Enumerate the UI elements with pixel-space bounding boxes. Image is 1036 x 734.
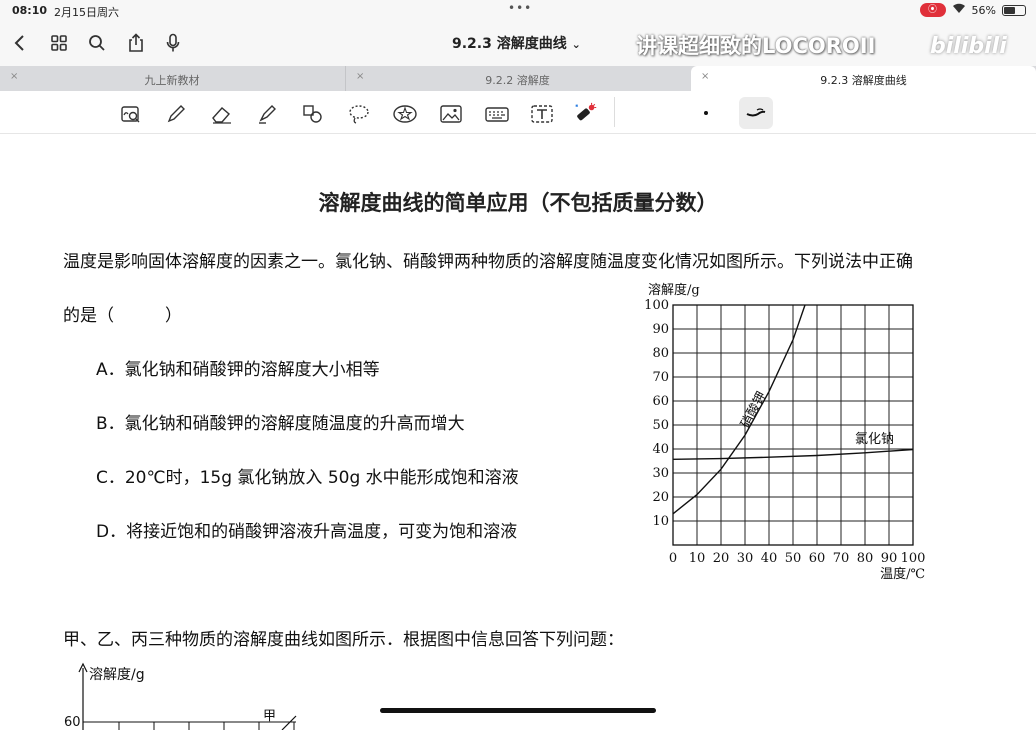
search-icon[interactable]	[84, 30, 110, 56]
y-axis-label: 溶解度/g	[648, 282, 700, 298]
tab-2[interactable]: × 9.2.3 溶解度曲线	[691, 66, 1036, 91]
nav-bar: 9.2.3 溶解度曲线 ⌄ 讲课超细致的LOCOROII bilibili	[0, 22, 1036, 66]
question2-stem: 甲、乙、丙三种物质的溶解度曲线如图所示．根据图中信息回答下列问题：	[63, 630, 624, 650]
tab-label: 9.2.2 溶解度	[485, 74, 550, 87]
y-tick-label: 30	[652, 466, 669, 481]
option-b: B．氯化钠和硝酸钾的溶解度随温度的升高而增大	[96, 414, 465, 434]
option-a: A．氯化钠和硝酸钾的溶解度大小相等	[96, 360, 380, 380]
y-tick-label: 100	[644, 298, 669, 313]
annotation-toolbar	[0, 91, 1036, 134]
document-page[interactable]: 溶解度曲线的简单应用（不包括质量分数） 温度是影响固体溶解度的因素之一。氯化钠、…	[0, 134, 1036, 731]
watermark-text: 讲课超细致的LOCOROII	[636, 34, 876, 58]
status-date: 2月15日周六	[54, 6, 119, 19]
document-title[interactable]: 9.2.3 溶解度曲线 ⌄	[452, 33, 581, 53]
y-tick-label: 10	[652, 514, 669, 529]
back-icon[interactable]	[6, 30, 32, 56]
bilibili-logo: bilibili	[930, 34, 1007, 59]
title-chevron-icon: ⌄	[571, 38, 581, 51]
highlighter-icon[interactable]	[254, 101, 280, 127]
wifi-icon	[952, 3, 966, 17]
y-tick-label: 70	[652, 370, 669, 385]
x-tick-label: 50	[785, 551, 802, 566]
lasso-icon[interactable]	[346, 101, 372, 127]
option-c: C．20℃时，15g 氯化钠放入 50g 水中能形成饱和溶液	[96, 468, 519, 488]
stroke-size-small[interactable]	[689, 97, 723, 129]
x-tick-label: 30	[737, 551, 754, 566]
grid-icon[interactable]	[46, 30, 72, 56]
x-tick-label: 40	[761, 551, 778, 566]
eraser-icon[interactable]	[209, 101, 235, 127]
battery-percent: 56%	[971, 3, 996, 17]
x-tick-label: 10	[689, 551, 706, 566]
tab-label: 九上新教材	[144, 74, 200, 87]
image-icon[interactable]	[438, 101, 464, 127]
option-d: D．将接近饱和的硝酸钾溶液升高温度，可变为饱和溶液	[96, 522, 518, 542]
microphone-icon[interactable]	[160, 30, 186, 56]
x-tick-label: 0	[669, 551, 677, 566]
series-label-jia: 甲	[263, 709, 276, 724]
y-tick-label: 60	[652, 394, 669, 409]
dot-icon	[704, 111, 708, 115]
stroke-size-medium[interactable]	[739, 97, 773, 129]
home-indicator[interactable]	[380, 708, 656, 713]
series-line-0	[672, 304, 806, 515]
status-time: 08:10	[12, 4, 48, 17]
x-tick-label: 60	[809, 551, 826, 566]
solubility-chart: 0 10 20 30 40 50 60 70 80 90 100 10 20 30 40 50 60 70 80 90…	[640, 274, 940, 584]
x-tick-label: 20	[713, 551, 730, 566]
tab-bar: × 九上新教材 × 9.2.2 溶解度 × 9.2.3 溶解度曲线	[0, 66, 1036, 91]
y-tick-label: 20	[652, 490, 669, 505]
x-axis-label: 温度/℃	[880, 566, 925, 582]
x-tick-label: 100	[901, 551, 926, 566]
record-icon: ⦿	[919, 3, 946, 17]
laser-pointer-icon[interactable]	[573, 101, 599, 127]
multitask-dots[interactable]: •••	[508, 1, 532, 15]
battery-fill	[1004, 6, 1016, 14]
y-tick-label: 50	[652, 418, 669, 433]
status-bar: 08:10 2月15日周六 ••• ⦿ 56%	[0, 0, 1036, 22]
zoom-select-icon[interactable]	[118, 101, 144, 127]
toolbar-divider	[614, 97, 615, 127]
tab-1[interactable]: × 9.2.2 溶解度	[345, 66, 689, 91]
y-tick-label: 80	[652, 346, 669, 361]
question1-stem-line1: 温度是影响固体溶解度的因素之一。氯化钠、硝酸钾两种物质的溶解度随温度变化情况如图…	[63, 252, 913, 272]
document-title-text: 9.2.3 溶解度曲线	[452, 36, 567, 52]
y-tick-label: 40	[652, 442, 669, 457]
solubility-chart-svg: 0 10 20 30 40 50 60 70 80 90 100102030405060708090…	[644, 282, 926, 582]
tab-0[interactable]: × 九上新教材	[0, 66, 344, 91]
x-tick-label: 90	[881, 551, 898, 566]
sticker-icon[interactable]	[392, 101, 418, 127]
pen-icon[interactable]	[163, 101, 189, 127]
x-tick-label: 70	[833, 551, 850, 566]
stroke-preview-icon	[746, 108, 766, 117]
document-heading: 溶解度曲线的简单应用（不包括质量分数）	[318, 191, 718, 215]
shapes-icon[interactable]	[300, 101, 326, 127]
share-icon[interactable]	[123, 30, 149, 56]
keyboard-icon[interactable]	[484, 101, 510, 127]
y-tick-label: 60	[64, 715, 81, 730]
x-tick-label: 80	[857, 551, 874, 566]
tab-label: 9.2.3 溶解度曲线	[820, 74, 907, 87]
status-right: ⦿ 56%	[919, 3, 1026, 17]
question1-stem-line2: 的是（ ）	[63, 306, 182, 326]
y-tick-label: 90	[652, 322, 669, 337]
battery-icon	[1002, 4, 1026, 16]
y-axis-label: 溶解度/g	[89, 667, 145, 683]
series-label-sodium-chloride: 氯化钠	[855, 432, 894, 447]
text-icon[interactable]	[529, 101, 555, 127]
